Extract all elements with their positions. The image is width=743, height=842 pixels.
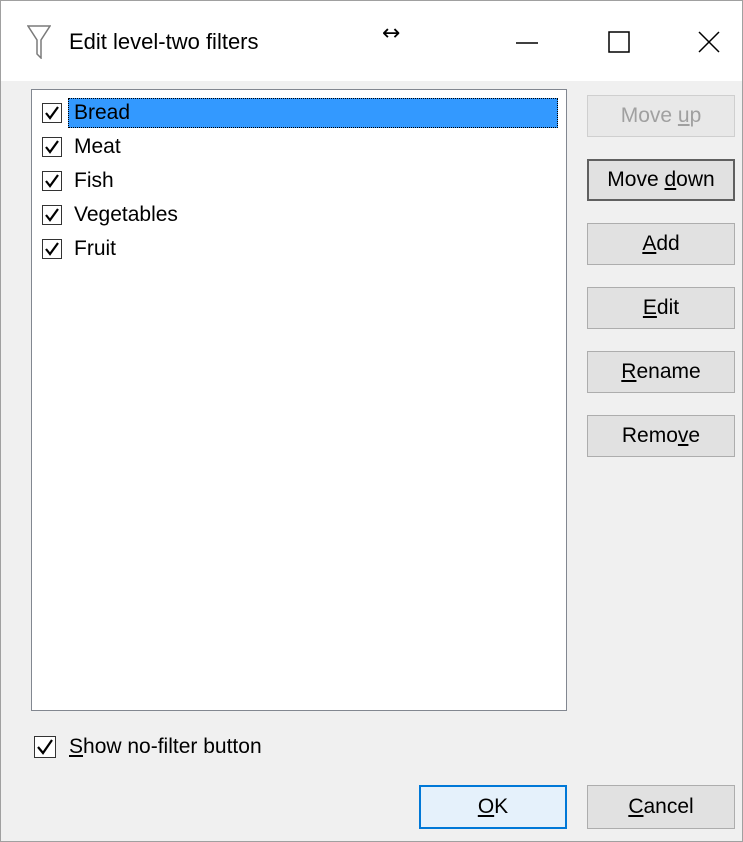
close-icon <box>698 31 720 53</box>
show-no-filter-label[interactable]: Show no-filter button <box>69 735 262 759</box>
list-item-label: Vegetables <box>74 203 178 226</box>
remove-button[interactable]: Remove <box>587 415 735 457</box>
selection-highlight <box>68 98 558 128</box>
item-checkbox[interactable] <box>42 205 62 225</box>
list-item-vegetables[interactable]: Vegetables <box>36 200 558 232</box>
list-item-fish[interactable]: Fish <box>36 166 558 198</box>
list-item-label: Meat <box>74 135 121 158</box>
rename-button[interactable]: Rename <box>587 351 735 393</box>
checkmark-icon <box>45 174 59 188</box>
close-button[interactable] <box>661 1 743 81</box>
maximize-button[interactable] <box>570 1 666 81</box>
list-item-label: Bread <box>74 101 131 124</box>
show-no-filter-checkbox[interactable] <box>34 736 56 758</box>
maximize-icon <box>608 31 630 53</box>
checkmark-icon <box>45 242 59 256</box>
cancel-button[interactable]: Cancel <box>587 785 735 829</box>
checkmark-icon <box>37 739 53 755</box>
list-item-label: Fish <box>74 169 114 192</box>
filter-list[interactable]: Bread Meat Fish Vegetables Fruit <box>31 89 567 711</box>
checkmark-icon <box>45 106 59 120</box>
ok-button[interactable]: OK <box>419 785 567 829</box>
item-checkbox[interactable] <box>42 137 62 157</box>
item-checkbox[interactable] <box>42 239 62 259</box>
list-item-fruit[interactable]: Fruit <box>36 234 558 266</box>
list-item-label: Fruit <box>74 237 116 260</box>
list-item-meat[interactable]: Meat <box>36 132 558 164</box>
add-button[interactable]: Add <box>587 223 735 265</box>
minimize-button[interactable] <box>479 1 575 81</box>
resize-horizontal-icon: ↔ <box>382 21 401 46</box>
move-up-button[interactable]: Move up <box>587 95 735 137</box>
dialog-window: Edit level-two filters ↔ Bread Meat Fish… <box>0 0 743 842</box>
item-checkbox[interactable] <box>42 171 62 191</box>
window-title: Edit level-two filters <box>69 29 259 54</box>
title-bar[interactable]: Edit level-two filters ↔ <box>1 1 742 81</box>
checkmark-icon <box>45 140 59 154</box>
list-item-bread[interactable]: Bread <box>36 98 558 130</box>
funnel-icon <box>26 25 52 60</box>
item-checkbox[interactable] <box>42 103 62 123</box>
checkmark-icon <box>45 208 59 222</box>
edit-button[interactable]: Edit <box>587 287 735 329</box>
minimize-icon <box>516 42 538 44</box>
move-down-button[interactable]: Move down <box>587 159 735 201</box>
